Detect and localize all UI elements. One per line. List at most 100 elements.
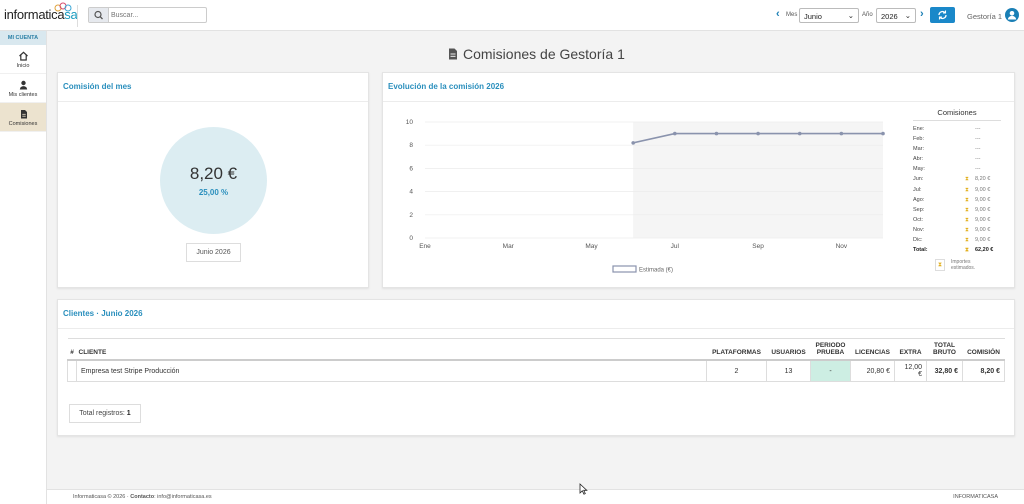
page-title: Comisiones de Gestoría 1 [448, 46, 625, 62]
data-point[interactable] [756, 131, 760, 136]
evolution-line-chart: 0 2 4 6 8 10 Ene Mar May Jul Sep Nov Estimada (€) [406, 119, 885, 274]
sidebar-item-mis-clientes[interactable]: Mis clientes [0, 74, 46, 103]
col-total-bruto[interactable]: TOTAL BRUTO [926, 338, 963, 361]
data-point[interactable] [839, 131, 844, 136]
summary-row: Ene: --- [913, 124, 1001, 134]
summary-rows: Ene: --- Feb: --- Mar: --- Abr: --- May: --- Jun: ⧗… [913, 124, 1001, 245]
month-select[interactable]: Junio ⌄ [799, 8, 859, 23]
year-label: Año [862, 12, 873, 18]
user-icon [1007, 11, 1017, 20]
col-periodo-prueba[interactable]: PERIODO PRUEBA [810, 338, 851, 361]
hourglass-icon: ⧗ [965, 216, 969, 223]
footer-copyright: Informaticasa © 2026 · Contacto: info@in… [73, 494, 212, 500]
col-periodo-line1: PERIODO [815, 342, 846, 349]
file-icon [21, 110, 27, 119]
summary-value: --- [975, 166, 981, 173]
summary-value: 9,00 € [975, 216, 991, 223]
x-tick-label: Nov [836, 243, 848, 250]
hourglass-icon: ⧗ [965, 247, 969, 254]
total-records-count: 1 [126, 410, 131, 417]
prev-month-chevron-icon[interactable]: ‹ [776, 8, 780, 20]
data-point[interactable] [797, 131, 802, 136]
y-tick-label: 0 [409, 235, 413, 242]
summary-row: Oct: ⧗ 9,00 € [913, 215, 1001, 225]
refresh-button[interactable] [930, 7, 955, 23]
month-label: Mes [786, 12, 798, 18]
cell-periodo-prueba: - [810, 359, 851, 382]
sidebar-item-comisiones[interactable]: Comisiones [0, 103, 46, 132]
table-row[interactable]: Empresa test Stripe Producción 2 13 - 20… [67, 359, 1005, 382]
summary-row: Jun: ⧗ 8,20 € [913, 174, 1001, 184]
col-licencias[interactable]: LICENCIAS [850, 338, 895, 361]
summary-month: Mar: [913, 146, 924, 153]
home-icon [19, 51, 28, 61]
cell-licencias: 20,80 € [850, 359, 895, 382]
clients-card: Clientes · Junio 2026 # CLIENTE PLATAFOR… [57, 299, 1015, 436]
top-bar: informaticasa ‹ Mes Junio⌄ Año 2026⌄ › G… [0, 0, 1024, 31]
summary-month: Jun: [913, 176, 924, 183]
hourglass-icon: ⧗ [965, 206, 969, 213]
year-select[interactable]: 2026 ⌄ [876, 8, 916, 23]
summary-value: 9,00 € [975, 196, 991, 203]
summary-month: Oct: [913, 216, 924, 223]
col-plataformas[interactable]: PLATAFORMAS [706, 338, 767, 361]
data-point[interactable] [631, 141, 635, 145]
total-records: Total registros: 1 [69, 404, 141, 423]
sidebar-item-label: Comisiones [8, 121, 38, 127]
chevron-down-icon: ⌄ [904, 11, 911, 20]
summary-row: Dic: ⧗ 9,00 € [913, 235, 1001, 245]
user-name[interactable]: Gestoría 1 [967, 12, 1002, 21]
summary-row: Nov: ⧗ 9,00 € [913, 225, 1001, 235]
estimated-region [633, 122, 883, 238]
card-title: Comisión del mes [63, 82, 132, 91]
col-total-line1: TOTAL [933, 342, 956, 349]
commission-percent: 25,00 % [198, 188, 229, 197]
year-select-value: 2026 [881, 12, 898, 21]
sidebar-item-label: Mis clientes [8, 92, 38, 98]
search-input[interactable] [111, 8, 205, 22]
summary-row: Feb: --- [913, 134, 1001, 144]
col-comision[interactable]: COMISIÓN [962, 338, 1005, 361]
cell-num [67, 359, 77, 382]
card-title: Evolución de la comisión 2026 [388, 82, 505, 91]
summary-value: --- [975, 156, 981, 163]
table-header-row: # CLIENTE PLATAFORMAS USUARIOS PERIODO PR… [67, 338, 1005, 361]
file-icon [449, 48, 457, 60]
evolution-card: Evolución de la comisión 2026 0 2 4 6 8 10 Ene… [382, 72, 1015, 288]
summary-total-label: Total: [913, 247, 928, 254]
data-point[interactable] [673, 131, 677, 136]
footer-contact-email[interactable]: : info@informaticasa.es [154, 494, 212, 500]
x-tick-label: Sep [752, 243, 764, 250]
col-extra[interactable]: EXTRA [894, 338, 927, 361]
cell-cliente[interactable]: Empresa test Stripe Producción [76, 359, 707, 382]
search-button[interactable] [89, 8, 109, 22]
hourglass-icon: ⧗ [965, 186, 969, 193]
search-box [88, 7, 207, 23]
hourglass-icon: ⧗ [965, 176, 969, 183]
cell-total-bruto: 32,80 € [926, 359, 963, 382]
y-tick-label: 8 [409, 142, 413, 149]
sidebar-section-title: MI CUENTA [0, 31, 46, 45]
y-tick-label: 2 [409, 212, 413, 219]
col-total-line2: BRUTO [933, 349, 956, 356]
summary-row: Ago: ⧗ 9,00 € [913, 195, 1001, 205]
divider [58, 101, 368, 102]
commission-circle: 8,20 € 25,00 % [160, 127, 267, 234]
next-month-chevron-icon[interactable]: › [920, 8, 924, 20]
mouse-cursor-icon [579, 483, 588, 495]
summary-value: 9,00 € [975, 206, 991, 213]
col-usuarios[interactable]: USUARIOS [766, 338, 811, 361]
summary-row: Sep: ⧗ 9,00 € [913, 205, 1001, 215]
data-point[interactable] [714, 131, 719, 136]
summary-value: 9,00 € [975, 186, 991, 193]
col-cliente[interactable]: CLIENTE [76, 338, 707, 361]
data-point[interactable] [881, 131, 885, 136]
user-avatar-icon[interactable] [1005, 8, 1019, 22]
sidebar-item-inicio[interactable]: Inicio [0, 45, 46, 74]
footer-copyright-text: Informaticasa © 2026 · [73, 494, 131, 500]
total-records-label: Total registros: [79, 410, 125, 417]
commission-amount: 8,20 € [189, 164, 238, 183]
summary-month: Jul: [913, 186, 922, 193]
summary-value: 9,00 € [975, 226, 991, 233]
legend-label[interactable]: Estimada (€) [639, 268, 673, 274]
